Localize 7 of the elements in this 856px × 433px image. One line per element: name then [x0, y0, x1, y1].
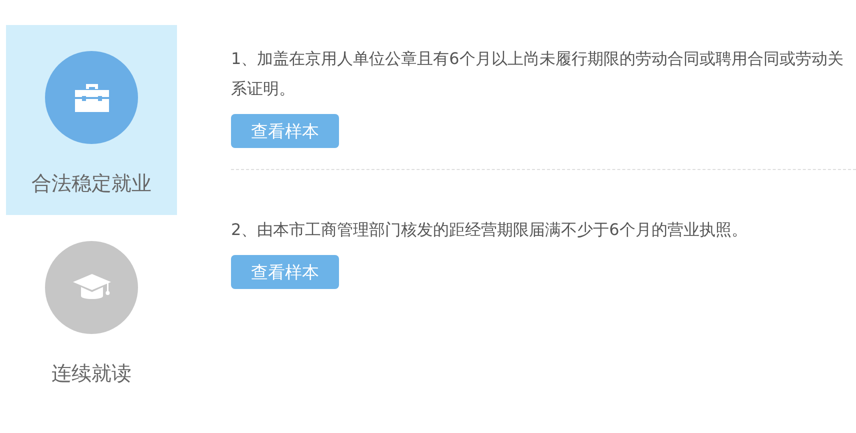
category-label: 合法稳定就业: [32, 170, 152, 197]
category-tab[interactable]: 合法稳定就业: [6, 25, 177, 215]
category-label: 连续就读: [52, 360, 132, 387]
briefcase-icon: [72, 82, 110, 114]
category-tab[interactable]: 连续就读: [6, 215, 177, 405]
requirement-text: 2、由本市工商管理部门核发的距经营期限届满不少于6个月的营业执照。: [231, 219, 748, 241]
requirement-text: 1、加盖在京用人单位公章且有6个月以上尚未履行期限的劳动合同或聘用合同或劳动关系证明。: [231, 48, 844, 100]
